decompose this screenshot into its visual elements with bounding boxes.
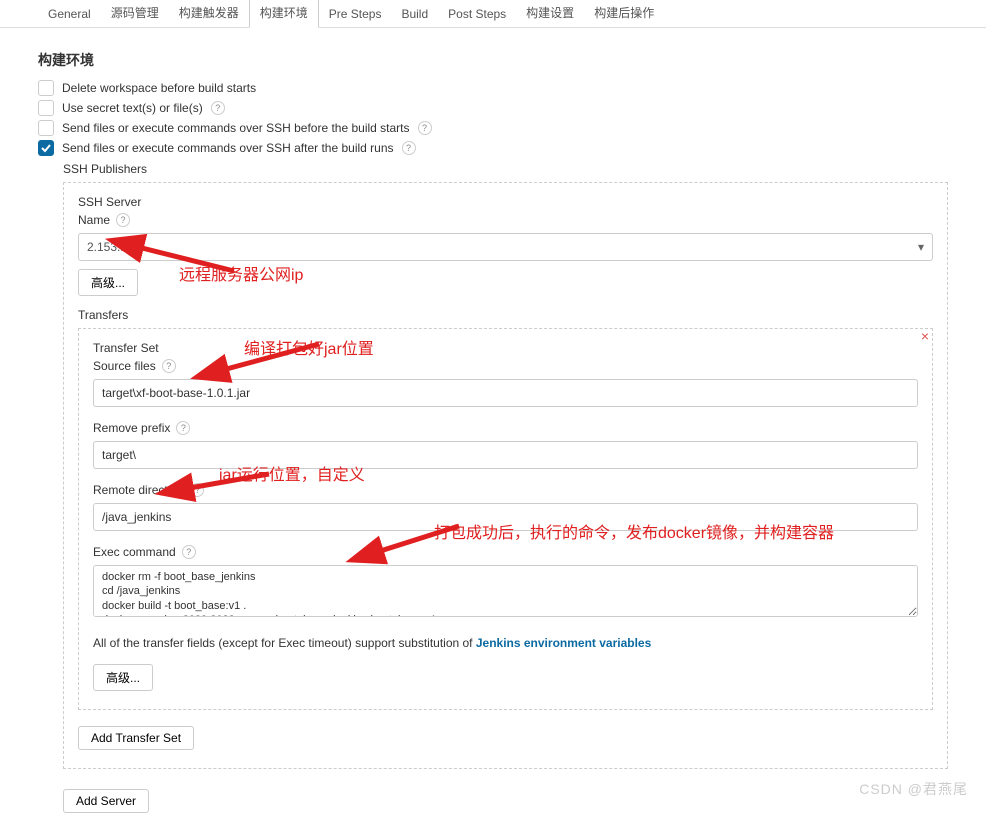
exec-command-label: Exec command <box>93 545 176 559</box>
help-icon[interactable]: ? <box>402 141 416 155</box>
source-files-label: Source files <box>93 359 156 373</box>
tab-build-env[interactable]: 构建环境 <box>249 0 319 28</box>
server-select[interactable]: 2.153.128 <box>78 233 933 261</box>
ssh-publisher-box: SSH Server Name ? 2.153.128 远程服务器公网ip 高级… <box>63 182 948 769</box>
tab-general[interactable]: General <box>38 1 101 27</box>
check-secret-row: Use secret text(s) or file(s) ? <box>38 100 948 116</box>
transfers-label: Transfers <box>78 308 933 322</box>
help-icon[interactable]: ? <box>190 483 204 497</box>
tab-pre-steps[interactable]: Pre Steps <box>319 1 392 27</box>
check-delete-workspace-row: Delete workspace before build starts <box>38 80 948 96</box>
check-ssh-after-row: Send files or execute commands over SSH … <box>38 140 948 156</box>
tab-scm[interactable]: 源码管理 <box>101 0 169 27</box>
help-icon[interactable]: ? <box>418 121 432 135</box>
check-label: Delete workspace before build starts <box>62 81 256 95</box>
check-label: Send files or execute commands over SSH … <box>62 141 394 155</box>
check-label: Use secret text(s) or file(s) <box>62 101 203 115</box>
name-label: Name <box>78 213 110 227</box>
check-label: Send files or execute commands over SSH … <box>62 121 410 135</box>
check-ssh-after[interactable] <box>38 140 54 156</box>
advanced-button[interactable]: 高级... <box>78 269 138 296</box>
env-vars-link[interactable]: Jenkins environment variables <box>476 636 651 650</box>
add-server-button[interactable]: Add Server <box>63 789 149 813</box>
tab-build-settings[interactable]: 构建设置 <box>516 0 584 27</box>
section-title: 构建环境 <box>38 50 948 70</box>
close-icon[interactable]: × <box>916 327 934 345</box>
remote-dir-label: Remote directory <box>93 483 184 497</box>
check-ssh-before-row: Send files or execute commands over SSH … <box>38 120 948 136</box>
add-transfer-set-button[interactable]: Add Transfer Set <box>78 726 194 750</box>
remote-dir-input[interactable] <box>93 503 918 531</box>
help-icon[interactable]: ? <box>211 101 225 115</box>
remove-prefix-input[interactable] <box>93 441 918 469</box>
remove-prefix-label: Remove prefix <box>93 421 170 435</box>
source-files-input[interactable] <box>93 379 918 407</box>
tab-post-build[interactable]: 构建后操作 <box>584 0 664 27</box>
ssh-publishers-label: SSH Publishers <box>63 162 948 176</box>
exec-command-textarea[interactable] <box>93 565 918 617</box>
check-secret[interactable] <box>38 100 54 116</box>
tab-build[interactable]: Build <box>391 1 438 27</box>
server-value: 2.153.128 <box>87 240 140 254</box>
help-icon[interactable]: ? <box>162 359 176 373</box>
transfer-set-box: × Transfer Set Source files ? 编译打包好jar位置… <box>78 328 933 710</box>
help-icon[interactable]: ? <box>116 213 130 227</box>
tab-triggers[interactable]: 构建触发器 <box>169 0 249 27</box>
check-delete-workspace[interactable] <box>38 80 54 96</box>
ssh-server-label: SSH Server <box>78 195 933 209</box>
help-icon[interactable]: ? <box>176 421 190 435</box>
help-icon[interactable]: ? <box>182 545 196 559</box>
tabs-bar: General 源码管理 构建触发器 构建环境 Pre Steps Build … <box>0 0 986 28</box>
transfer-note: All of the transfer fields (except for E… <box>93 636 918 650</box>
tab-post-steps[interactable]: Post Steps <box>438 1 516 27</box>
check-ssh-before[interactable] <box>38 120 54 136</box>
annotation-server-ip: 远程服务器公网ip <box>179 261 303 285</box>
transfer-set-label: Transfer Set <box>93 341 918 355</box>
advanced-button-2[interactable]: 高级... <box>93 664 153 691</box>
watermark: CSDN @君燕尾 <box>859 779 968 799</box>
